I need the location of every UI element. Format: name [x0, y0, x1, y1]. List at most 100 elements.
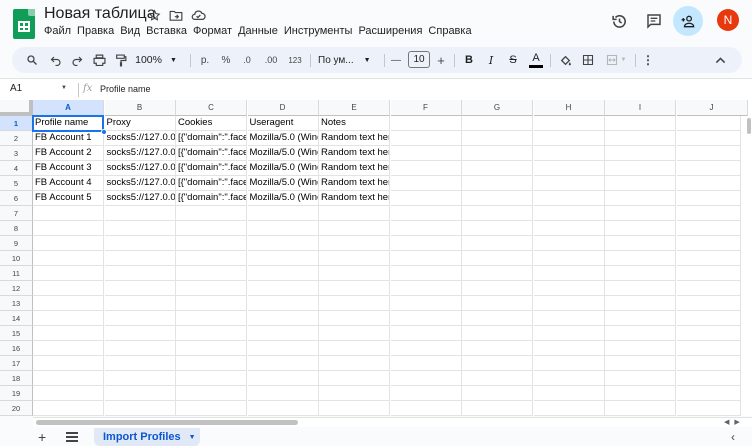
- row-header[interactable]: 19: [0, 386, 33, 401]
- grid-cell[interactable]: Random text here 3: [319, 161, 390, 176]
- grid-cell[interactable]: [390, 401, 462, 416]
- fill-color-icon[interactable]: [557, 47, 573, 73]
- grid-cell[interactable]: [104, 311, 176, 326]
- grid-cell[interactable]: [533, 161, 605, 176]
- grid-cell[interactable]: [33, 371, 104, 386]
- grid-cell[interactable]: [104, 296, 176, 311]
- grid-cell[interactable]: [319, 266, 390, 281]
- grid-cell[interactable]: [390, 221, 462, 236]
- row-header[interactable]: 6: [0, 191, 33, 206]
- grid-cell[interactable]: [533, 341, 605, 356]
- row-header[interactable]: 11: [0, 266, 33, 281]
- grid-cell[interactable]: [462, 371, 533, 386]
- grid-cell[interactable]: [33, 281, 104, 296]
- grid-cell[interactable]: [104, 281, 176, 296]
- grid-cell[interactable]: [676, 131, 748, 146]
- grid-cell[interactable]: [390, 131, 462, 146]
- grid-cell[interactable]: socks5://127.0.0: [104, 176, 176, 191]
- grid-cell[interactable]: [533, 401, 605, 416]
- grid-cell[interactable]: FB Account 4: [33, 176, 104, 191]
- fill-handle[interactable]: [101, 129, 107, 135]
- grid-cell[interactable]: [676, 356, 748, 371]
- grid-cell[interactable]: [247, 341, 319, 356]
- grid-cell[interactable]: [104, 236, 176, 251]
- menu-tools[interactable]: Инструменты: [284, 25, 358, 37]
- grid-cell[interactable]: [390, 236, 462, 251]
- grid-cell[interactable]: Profile name: [33, 116, 104, 131]
- grid-cell[interactable]: Proxy: [104, 116, 176, 131]
- all-sheets-icon[interactable]: [66, 432, 78, 442]
- grid-cell[interactable]: FB Account 3: [33, 161, 104, 176]
- row-header[interactable]: 16: [0, 341, 33, 356]
- strikethrough-button[interactable]: S: [506, 47, 520, 73]
- grid-cell[interactable]: [605, 131, 676, 146]
- grid-cell[interactable]: Random text here 5: [319, 191, 390, 206]
- grid-cell[interactable]: [390, 326, 462, 341]
- row-header[interactable]: 5: [0, 176, 33, 191]
- grid-cell[interactable]: [676, 161, 748, 176]
- add-sheet-button[interactable]: +: [38, 430, 46, 444]
- grid-cell[interactable]: [104, 266, 176, 281]
- grid-cell[interactable]: [319, 326, 390, 341]
- grid-cell[interactable]: [676, 176, 748, 191]
- menu-insert[interactable]: Вставка: [146, 25, 192, 37]
- grid-cell[interactable]: [676, 206, 748, 221]
- grid-cell[interactable]: [176, 401, 247, 416]
- row-header[interactable]: 20: [0, 401, 33, 416]
- star-icon[interactable]: [146, 7, 162, 23]
- grid-cell[interactable]: [33, 251, 104, 266]
- grid-cell[interactable]: [176, 266, 247, 281]
- grid-cell[interactable]: [104, 251, 176, 266]
- vertical-scrollbar[interactable]: [740, 116, 752, 416]
- grid-cell[interactable]: [104, 206, 176, 221]
- increase-font-size-button[interactable]: +: [435, 47, 447, 73]
- grid-cell[interactable]: socks5://127.0.0: [104, 161, 176, 176]
- select-all-corner[interactable]: [0, 100, 33, 116]
- collapse-toolbar-icon[interactable]: [712, 47, 728, 73]
- grid-cell[interactable]: [390, 356, 462, 371]
- grid-cell[interactable]: [104, 341, 176, 356]
- grid-cell[interactable]: [676, 341, 748, 356]
- grid-cell[interactable]: [104, 401, 176, 416]
- grid-cell[interactable]: [176, 326, 247, 341]
- grid-cell[interactable]: [605, 371, 676, 386]
- grid-cell[interactable]: [533, 356, 605, 371]
- grid-cell[interactable]: [319, 221, 390, 236]
- grid-cell[interactable]: Cookies: [176, 116, 247, 131]
- grid-cell[interactable]: [605, 311, 676, 326]
- grid-cell[interactable]: [676, 266, 748, 281]
- grid-cell[interactable]: [533, 191, 605, 206]
- row-header[interactable]: 18: [0, 371, 33, 386]
- grid-cell[interactable]: [176, 251, 247, 266]
- grid-cell[interactable]: [{"domain":".face: [176, 176, 247, 191]
- grid-cell[interactable]: [319, 341, 390, 356]
- chevron-left-icon[interactable]: ‹: [731, 430, 735, 444]
- grid-cell[interactable]: [533, 266, 605, 281]
- grid-cell[interactable]: [390, 146, 462, 161]
- grid-cell[interactable]: [33, 236, 104, 251]
- undo-icon[interactable]: [48, 47, 64, 73]
- cloud-status-icon[interactable]: [190, 7, 206, 23]
- row-header[interactable]: 3: [0, 146, 33, 161]
- grid-cell[interactable]: [462, 206, 533, 221]
- grid-cell[interactable]: [176, 341, 247, 356]
- grid-cell[interactable]: [605, 296, 676, 311]
- column-header[interactable]: B: [104, 100, 176, 116]
- row-header[interactable]: 10: [0, 251, 33, 266]
- grid-cell[interactable]: [176, 296, 247, 311]
- grid-cell[interactable]: [33, 341, 104, 356]
- font-size-input[interactable]: 10: [408, 51, 430, 68]
- grid-cell[interactable]: [319, 386, 390, 401]
- grid-cell[interactable]: Random text here 1: [319, 131, 390, 146]
- grid-cell[interactable]: [533, 296, 605, 311]
- italic-button[interactable]: I: [484, 47, 498, 73]
- grid-cell[interactable]: [390, 386, 462, 401]
- share-button[interactable]: [673, 6, 703, 36]
- account-avatar[interactable]: N: [717, 9, 739, 31]
- grid-cell[interactable]: [605, 326, 676, 341]
- grid-cell[interactable]: [462, 266, 533, 281]
- grid-cell[interactable]: [462, 131, 533, 146]
- grid-cell[interactable]: [176, 236, 247, 251]
- increase-decimal-button[interactable]: .00: [262, 47, 280, 73]
- grid-cell[interactable]: [462, 386, 533, 401]
